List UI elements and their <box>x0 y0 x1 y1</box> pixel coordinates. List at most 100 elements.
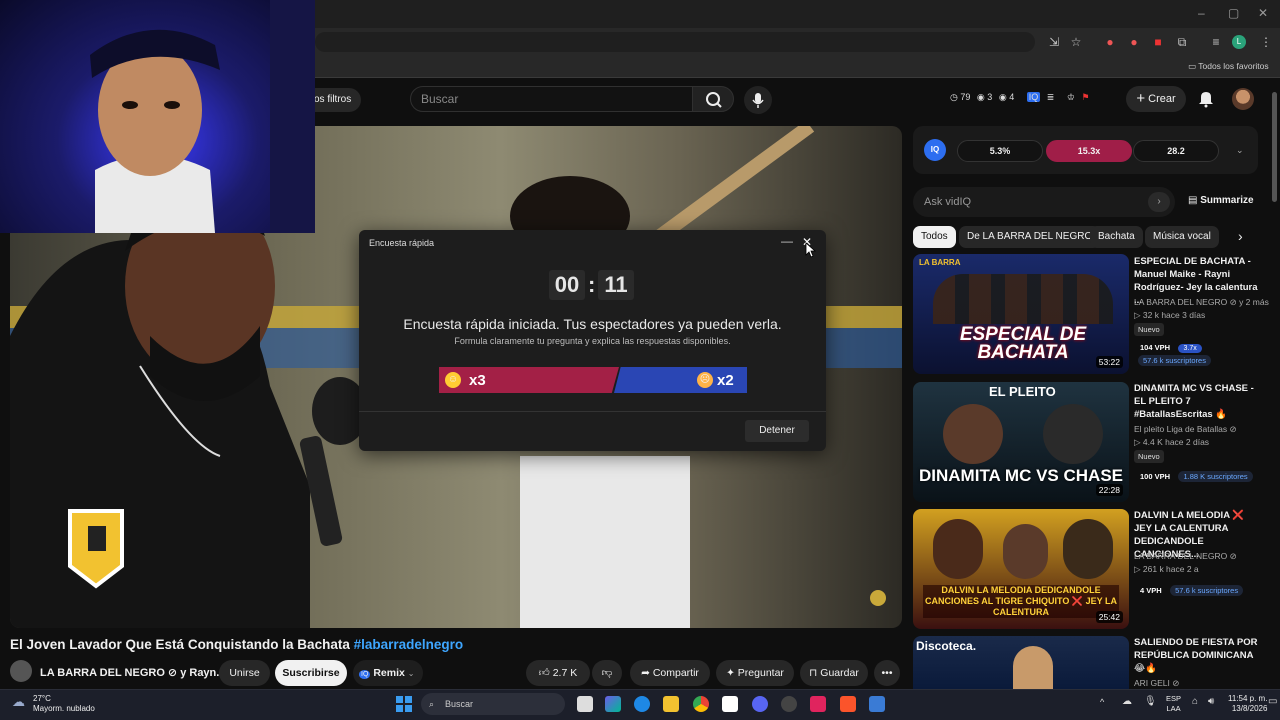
stat-c: 4 <box>1009 92 1015 102</box>
stop-poll-button[interactable]: Detener <box>745 420 809 442</box>
network-icon[interactable]: ⌂ <box>1192 696 1198 707</box>
share-button[interactable]: ➦ Compartir <box>630 660 710 686</box>
app-icon[interactable] <box>869 696 885 712</box>
chip-vocal[interactable]: Música vocal <box>1145 226 1219 248</box>
join-button[interactable]: Unirse <box>219 660 270 686</box>
install-app-icon[interactable]: ⇲ <box>1046 34 1062 50</box>
person-right <box>1043 404 1103 464</box>
new-badge: Nuevo <box>1134 323 1164 336</box>
chevron-down-icon[interactable]: ⌄ <box>1236 145 1244 156</box>
stat-a: 79 <box>960 92 971 102</box>
media-control-icon[interactable]: ≡ <box>1208 34 1224 50</box>
related-channel[interactable]: ARI GELI ⊘ <box>1134 678 1179 689</box>
vidiq-stats[interactable]: ◷ 79 ◉ 3 ◉ 4 IQ ≣ ♔ ⚑ <box>950 92 1089 103</box>
account-avatar[interactable] <box>1232 88 1254 110</box>
tiktok-live-icon[interactable] <box>810 696 826 712</box>
page-scrollbar[interactable] <box>1272 92 1277 202</box>
all-bookmarks-link[interactable]: ▭ Todos los favoritos <box>1188 61 1269 72</box>
minimize-icon[interactable]: – <box>1198 6 1205 20</box>
volume-icon[interactable]: 🔊︎ <box>1208 696 1214 707</box>
related-channel[interactable]: LA BARRA DEL NEGRO ⊘ <box>1134 551 1237 562</box>
voice-search-button[interactable] <box>744 86 772 114</box>
summarize-button[interactable]: ▤ Summarize <box>1188 195 1254 206</box>
chip-bachata[interactable]: Bachata <box>1090 226 1143 248</box>
weather-widget[interactable]: 27°C Mayorm. nublado <box>33 694 95 714</box>
vph-value: 4 VPH <box>1140 586 1162 595</box>
chrome-icon[interactable] <box>693 696 709 712</box>
chevron-down-icon: ⌄ <box>407 669 415 678</box>
microphone-icon[interactable]: 🎙︎ <box>1144 696 1157 707</box>
ask-button[interactable]: ✦ Preguntar <box>716 660 794 686</box>
extension-icon[interactable]: ■ <box>1150 34 1166 50</box>
related-title[interactable]: DINAMITA MC VS CHASE - EL PLEITO 7 #Bata… <box>1134 382 1264 421</box>
search-input[interactable]: Buscar <box>410 86 693 112</box>
related-channel[interactable]: El pleito Liga de Batallas ⊘ <box>1134 424 1237 435</box>
maximize-icon[interactable]: ▢ <box>1228 6 1239 20</box>
related-thumbnail[interactable]: Discoteca. <box>913 636 1129 689</box>
channel-avatar[interactable] <box>10 660 32 682</box>
taskbar-clock[interactable]: 11:54 p. m. 13/8/2026 <box>1228 694 1267 714</box>
vidiq-badge-icon: IQ <box>359 670 371 679</box>
person-left <box>943 404 1003 464</box>
thumb-brand: EL PLEITO <box>989 384 1056 399</box>
metric-score: 28.2 <box>1133 140 1219 162</box>
like-button[interactable]: 👍︎ 2.7 K <box>526 660 590 686</box>
cloud-sync-icon[interactable]: ☁ <box>1122 696 1132 707</box>
close-window-icon[interactable]: ✕ <box>1258 6 1268 20</box>
dislike-button[interactable]: 👎︎ <box>592 660 622 686</box>
extension-icon[interactable]: ● <box>1102 34 1118 50</box>
subscribe-button[interactable]: Suscribirse <box>275 660 347 686</box>
search-button[interactable] <box>692 86 734 112</box>
person-left <box>933 519 983 579</box>
related-thumbnail[interactable]: DALVIN LA MELODIA DEDICANDOLE CANCIONES … <box>913 509 1129 629</box>
obs-icon[interactable] <box>781 696 797 712</box>
divider <box>359 411 826 412</box>
related-thumbnail[interactable]: EL PLEITO DINAMITA MC VS CHASE 22:28 <box>913 382 1129 502</box>
chevron-right-icon[interactable]: › <box>1148 192 1170 212</box>
channel-name[interactable]: LA BARRA DEL NEGRO ⊘ y Rayn... <box>40 666 225 679</box>
chevron-right-icon[interactable]: › <box>1238 228 1243 244</box>
discord-icon[interactable] <box>752 696 768 712</box>
profile-avatar[interactable]: L <box>1232 35 1246 49</box>
related-channel[interactable]: LA BARRA DEL NEGRO ⊘ y 2 más <box>1134 297 1269 308</box>
poll-left-count: x3 <box>469 372 486 389</box>
quick-poll-dialog: Encuesta rápida — ✕ 00 : 11 Encuesta ráp… <box>359 230 826 451</box>
minimize-icon[interactable]: — <box>781 234 793 248</box>
edge-icon[interactable] <box>634 696 650 712</box>
folder-icon: ▭ <box>1188 61 1199 71</box>
subscriber-count: 57.6 k suscriptores <box>1170 585 1244 596</box>
url-field[interactable] <box>315 32 1035 52</box>
chip-channel[interactable]: De LA BARRA DEL NEGRO <box>959 226 1101 248</box>
related-thumbnail[interactable]: LA BARRA ESPECIAL DE BACHATA 53:22 <box>913 254 1129 374</box>
extensions-puzzle-icon[interactable]: ⧉ <box>1174 34 1190 50</box>
metric-outlier: 15.3x <box>1046 140 1132 162</box>
taskbar-search[interactable]: ⌕ Buscar <box>421 693 565 715</box>
chevron-up-icon[interactable]: ^ <box>1100 697 1104 707</box>
create-button[interactable]: + Crear <box>1126 86 1186 112</box>
more-actions-button[interactable]: ••• <box>874 660 900 686</box>
ask-vidiq-input[interactable]: Ask vidIQ <box>913 187 1175 217</box>
bookmark-star-icon[interactable]: ☆ <box>1068 34 1084 50</box>
extension-icon[interactable]: ● <box>1126 34 1142 50</box>
vph-row: 4 VPH 57.6 k suscriptores <box>1140 580 1244 598</box>
copilot-icon[interactable] <box>605 696 621 712</box>
related-title[interactable]: SALIENDO DE FIESTA POR REPÚBLICA DOMINIC… <box>1134 636 1264 675</box>
brave-icon[interactable] <box>840 696 856 712</box>
save-button[interactable]: ⊓ Guardar <box>800 660 868 686</box>
person-right <box>1063 519 1113 579</box>
file-explorer-icon[interactable] <box>663 696 679 712</box>
menu-kebab-icon[interactable]: ⋮ <box>1258 34 1274 50</box>
windows-start-icon[interactable] <box>396 696 412 712</box>
stat-b: 3 <box>987 92 993 102</box>
chip-all[interactable]: Todos <box>913 226 956 248</box>
remix-button[interactable]: IQ Remix ⌄ <box>353 660 423 686</box>
notification-center-icon[interactable]: ▭ <box>1268 696 1277 707</box>
capcut-icon[interactable] <box>722 696 738 712</box>
language-indicator[interactable]: ESP LAA <box>1166 694 1181 714</box>
task-view-icon[interactable] <box>577 696 593 712</box>
bell-icon <box>1199 92 1213 108</box>
notifications-button[interactable] <box>1196 88 1216 108</box>
hashtag-link[interactable]: #labarradelnegro <box>354 637 464 652</box>
more-horizontal-icon: ••• <box>881 667 893 679</box>
subs-row: 57.6 k suscriptores <box>1138 350 1211 368</box>
